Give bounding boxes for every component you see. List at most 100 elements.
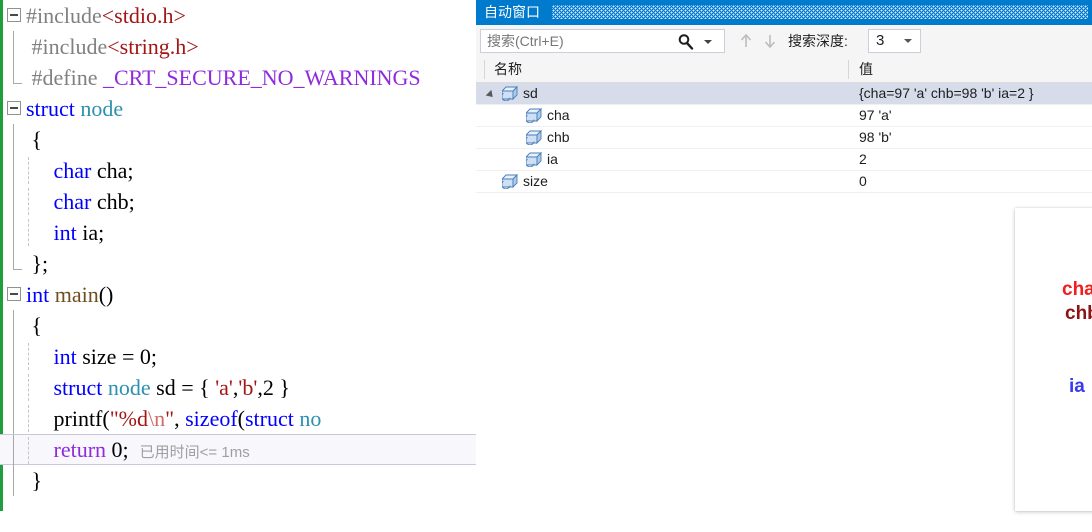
- fold-guide-end: [13, 248, 22, 270]
- autos-toolbar: 搜索(Ctrl+E) 搜索深度: 3: [476, 25, 1092, 57]
- variable-row[interactable]: cha 97 'a': [476, 105, 1092, 127]
- code-line[interactable]: char chb;: [0, 186, 476, 217]
- code-token: sizeof: [185, 406, 238, 431]
- code-line[interactable]: int ia;: [0, 217, 476, 248]
- variable-name: cha: [547, 107, 570, 123]
- header-divider: [484, 60, 485, 79]
- autos-window: 自动窗口 搜索(Ctrl+E) 搜索深度: 3 名称 值 sd {cha=97 …: [476, 0, 1092, 511]
- code-text: #define _CRT_SECURE_NO_WARNINGS: [26, 62, 421, 93]
- memory-layout-card: char chb ia: [1015, 208, 1092, 511]
- label-ia: ia: [1069, 376, 1085, 397]
- variable-value[interactable]: 0: [859, 171, 867, 192]
- code-token: char: [53, 189, 92, 214]
- fold-guide-line: [13, 310, 14, 341]
- fold-collapse-icon[interactable]: [7, 8, 21, 22]
- variable-value[interactable]: 97 'a': [859, 105, 892, 126]
- code-line[interactable]: {: [0, 124, 476, 155]
- find-previous-button[interactable]: [736, 31, 756, 51]
- code-text: printf("%d\n", sizeof(struct no: [26, 403, 322, 434]
- chevron-down-icon[interactable]: [904, 39, 912, 43]
- code-token: <string.h>: [107, 34, 199, 59]
- fold-collapse-icon[interactable]: [7, 101, 21, 115]
- title-drag-dots-icon: [552, 5, 1088, 19]
- search-input[interactable]: 搜索(Ctrl+E): [480, 29, 725, 53]
- code-token: printf(: [26, 406, 110, 431]
- code-line[interactable]: };: [0, 248, 476, 279]
- code-token: 'a': [215, 375, 233, 400]
- fold-guide-line: [13, 465, 14, 496]
- code-line[interactable]: }: [0, 465, 476, 496]
- code-text: struct node sd = { 'a','b',2 }: [26, 372, 290, 403]
- code-token: #define: [26, 65, 103, 90]
- variable-row[interactable]: size 0: [476, 171, 1092, 193]
- code-line[interactable]: struct node: [0, 93, 476, 124]
- code-token: ": [165, 406, 175, 431]
- variable-value[interactable]: {cha=97 'a' chb=98 'b' ia=2 }: [859, 83, 1034, 104]
- code-token: #include: [26, 34, 108, 59]
- code-token: int: [53, 220, 77, 245]
- code-token: no: [299, 406, 322, 431]
- code-token: <stdio.h>: [101, 3, 186, 28]
- code-lines[interactable]: #include<stdio.h> #include<string.h> #de…: [0, 0, 476, 496]
- code-text: int main(): [26, 279, 113, 310]
- code-line[interactable]: int main(): [0, 279, 476, 310]
- variable-box-icon: [524, 151, 543, 168]
- variable-row[interactable]: chb 98 'b': [476, 127, 1092, 149]
- elapsed-time-annotation: <= 1ms: [199, 444, 250, 461]
- code-line[interactable]: #include<stdio.h>: [0, 0, 476, 31]
- code-text: }: [26, 465, 43, 496]
- fold-collapse-icon[interactable]: [7, 287, 21, 301]
- code-line[interactable]: char cha;: [0, 155, 476, 186]
- code-line[interactable]: {: [0, 310, 476, 341]
- variable-box-icon: [524, 129, 543, 146]
- variable-name: sd: [523, 85, 538, 101]
- search-options-chevron-down-icon[interactable]: [704, 40, 712, 44]
- variable-box-icon: [500, 173, 519, 190]
- column-splitter[interactable]: [848, 60, 849, 79]
- code-token: {: [26, 127, 43, 152]
- grid-rows: sd {cha=97 'a' chb=98 'b' ia=2 } cha 97 'a'…: [476, 83, 1092, 193]
- grid-header: 名称 值: [476, 57, 1092, 83]
- code-token: main: [54, 282, 99, 307]
- column-header-value[interactable]: 值: [859, 57, 873, 82]
- fold-guide-line: [13, 155, 14, 186]
- expander-triangle-icon[interactable]: [485, 89, 496, 100]
- code-line[interactable]: return 0; 已用时间<= 1ms: [0, 434, 476, 467]
- code-line[interactable]: #include<string.h>: [0, 31, 476, 62]
- find-next-button[interactable]: [760, 31, 780, 51]
- code-line[interactable]: #define _CRT_SECURE_NO_WARNINGS: [0, 62, 476, 93]
- magnifier-icon[interactable]: [677, 33, 694, 50]
- autos-title: 自动窗口: [484, 4, 540, 20]
- autos-title-bar[interactable]: 自动窗口: [476, 0, 1092, 25]
- search-depth-select[interactable]: 3: [868, 29, 921, 53]
- code-line[interactable]: printf("%d\n", sizeof(struct no: [0, 403, 476, 434]
- variable-value[interactable]: 2: [859, 149, 867, 170]
- fold-guide-end: [13, 62, 22, 84]
- variable-row[interactable]: sd {cha=97 'a' chb=98 'b' ia=2 }: [476, 83, 1092, 105]
- code-token: };: [26, 251, 49, 276]
- code-text: return 0; 已用时间<= 1ms: [26, 435, 250, 467]
- code-text: {: [26, 310, 43, 341]
- code-token: {: [26, 313, 43, 338]
- code-token: ia;: [76, 220, 105, 245]
- code-token: struct: [26, 96, 81, 121]
- variables-grid[interactable]: 名称 值 sd {cha=97 'a' chb=98 'b' ia=2 } cha 9…: [476, 57, 1092, 511]
- variable-box-icon: [500, 173, 519, 190]
- search-depth-label: 搜索深度:: [788, 33, 848, 49]
- variable-row[interactable]: ia 2: [476, 149, 1092, 171]
- code-editor[interactable]: #include<stdio.h> #include<string.h> #de…: [0, 0, 477, 511]
- code-text: {: [26, 124, 43, 155]
- code-line[interactable]: struct node sd = { 'a','b',2 }: [0, 372, 476, 403]
- variable-value[interactable]: 98 'b': [859, 127, 892, 148]
- fold-guide-line: [13, 372, 14, 403]
- column-header-name[interactable]: 名称: [494, 57, 522, 82]
- code-token: int: [26, 282, 55, 307]
- code-line[interactable]: int size = 0;: [0, 341, 476, 372]
- variable-box-icon: [500, 85, 519, 102]
- code-token: 0;: [106, 437, 140, 462]
